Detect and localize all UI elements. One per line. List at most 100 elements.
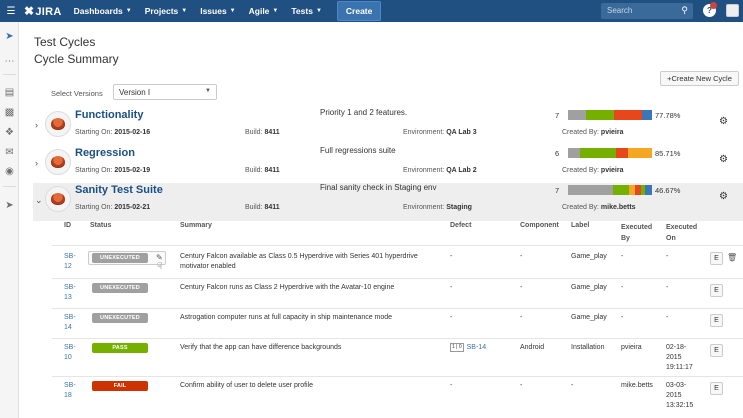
- cycle-start: Starting On: 2015-02-19: [75, 167, 151, 174]
- execution-defect: -: [450, 382, 453, 389]
- cycle-regression: › Regression Starting On: 2015-02-19 Bui…: [33, 146, 743, 184]
- cycle-created-by: Created By: pvieira: [562, 129, 624, 136]
- execute-button[interactable]: E: [710, 284, 723, 297]
- progress-segment: [579, 148, 616, 158]
- chevron-down-icon: ▼: [181, 8, 188, 14]
- version-select[interactable]: Version I ▼: [113, 84, 217, 100]
- executed-on: -: [666, 284, 669, 291]
- execution-component: -: [520, 253, 523, 260]
- execute-button[interactable]: E: [710, 252, 723, 265]
- execution-component: Android: [520, 344, 545, 351]
- col-header-defect: Defect: [450, 222, 472, 229]
- execution-id[interactable]: SB- 13: [64, 283, 76, 303]
- nav-agile[interactable]: Agile ▼: [249, 6, 279, 16]
- select-versions-label: Select Versions: [51, 89, 103, 98]
- table-row: SB- 10 PASS Verify that the app can have …: [52, 338, 743, 376]
- cycle-name[interactable]: Regression: [75, 147, 135, 159]
- more-icon[interactable]: ⋯: [3, 55, 16, 68]
- nav-issues[interactable]: Issues ▼: [200, 6, 235, 16]
- chevron-down-icon: ▼: [125, 8, 132, 14]
- status-badge[interactable]: UNEXECUTED: [92, 253, 148, 263]
- gear-icon[interactable]: ⚙: [719, 116, 728, 127]
- cycle-progress-bar: [568, 185, 652, 195]
- execution-summary: Astrogation computer runs at full capaci…: [180, 314, 393, 321]
- execution-id[interactable]: SB- 10: [64, 343, 76, 363]
- cycle-start: Starting On: 2015-02-16: [75, 129, 151, 136]
- nav-tests[interactable]: Tests ▼: [291, 6, 322, 16]
- execution-summary: Century Falcon available as Class 0.5 Hy…: [180, 253, 418, 270]
- execution-label: -: [571, 382, 574, 389]
- hand-cursor-icon: ☟: [157, 261, 163, 271]
- cycle-name[interactable]: Functionality: [75, 109, 143, 121]
- megaphone-icon[interactable]: ➤: [3, 199, 16, 212]
- sidebar-divider: [3, 186, 16, 187]
- chevron-down-icon: ▼: [315, 8, 322, 14]
- table-row: SB- 12 UNEXECUTED ✎ ☟ Century Falcon avai…: [52, 245, 743, 278]
- cycle-test-count: 7: [555, 111, 560, 120]
- cycle-name[interactable]: Sanity Test Suite: [75, 184, 163, 196]
- chevron-right-icon[interactable]: ›: [35, 158, 38, 168]
- progress-segment: [641, 110, 652, 120]
- cycle-percent: 46.67%: [655, 186, 681, 195]
- col-header-label: Label: [571, 222, 590, 229]
- tests-icon[interactable]: ◉: [3, 165, 16, 178]
- cycle-created-by: Created By: pvieira: [562, 167, 624, 174]
- execution-summary: Century Falcon runs as Class 2 Hyperdriv…: [180, 284, 395, 291]
- execute-button[interactable]: E: [710, 344, 723, 357]
- chevron-down-icon[interactable]: ⌄: [35, 195, 43, 206]
- user-avatar[interactable]: [726, 4, 739, 17]
- col-header-executed-on: Executed On: [666, 224, 698, 242]
- create-button[interactable]: Create: [336, 1, 382, 21]
- execute-button[interactable]: E: [710, 382, 723, 395]
- execute-button[interactable]: E: [710, 314, 723, 327]
- executed-by: pvieira: [621, 344, 642, 351]
- app-switcher-icon[interactable]: ☰: [0, 0, 22, 22]
- issues-icon[interactable]: ✉: [3, 146, 16, 159]
- puzzle-icon[interactable]: ❖: [3, 126, 16, 139]
- search-icon: ⚲: [681, 5, 688, 15]
- execution-id[interactable]: SB- 14: [64, 313, 76, 333]
- col-header-status: Status: [90, 222, 112, 229]
- execution-summary: Verify that the app can have difference …: [180, 344, 342, 351]
- cycle-environment: Environment: Staging: [403, 204, 472, 211]
- create-new-cycle-button[interactable]: +Create New Cycle: [660, 71, 739, 86]
- notification-badge: [710, 2, 717, 9]
- progress-segment: [614, 110, 642, 120]
- cycle-percent: 77.78%: [655, 111, 681, 120]
- defect-link[interactable]: SB-14: [467, 344, 486, 351]
- chevron-right-icon[interactable]: ›: [35, 120, 38, 130]
- gear-icon[interactable]: ⚙: [719, 154, 728, 165]
- status-badge[interactable]: UNEXECUTED: [92, 283, 148, 293]
- cycle-progress-bar: [568, 110, 652, 120]
- status-badge[interactable]: PASS: [92, 343, 148, 353]
- status-badge[interactable]: UNEXECUTED: [92, 313, 148, 323]
- cycle-test-count: 7: [555, 186, 560, 195]
- cycle-build: Build: 8411: [245, 204, 280, 211]
- board-icon[interactable]: ▤: [3, 86, 16, 99]
- table-row: SB- 13 UNEXECUTED Century Falcon runs as …: [52, 278, 743, 308]
- cycle-sanity-test-suite: ⌄ Sanity Test Suite Starting On: 2015-02…: [33, 183, 743, 221]
- search-input[interactable]: Search ⚲: [601, 3, 693, 19]
- jira-logo[interactable]: ✖JIRA: [24, 4, 62, 18]
- nav-dashboards[interactable]: Dashboards ▼: [74, 6, 132, 16]
- progress-segment: [627, 148, 652, 158]
- cycle-start: Starting On: 2015-02-21: [75, 204, 151, 211]
- cycle-percent: 85.71%: [655, 149, 681, 158]
- gear-icon[interactable]: ⚙: [719, 191, 728, 202]
- execution-component: -: [520, 284, 523, 291]
- progress-segment: [615, 148, 628, 158]
- trash-icon[interactable]: 🗑: [727, 253, 737, 262]
- execution-component: -: [520, 314, 523, 321]
- execution-label: Game_play: [571, 314, 607, 321]
- chevron-down-icon: ▼: [272, 8, 279, 14]
- execution-label: Game_play: [571, 284, 607, 291]
- cycle-avatar: [45, 186, 71, 212]
- rocket-icon[interactable]: ➤: [3, 30, 16, 43]
- execution-id[interactable]: SB- 18: [64, 381, 76, 401]
- executed-by: -: [621, 253, 624, 260]
- execution-id[interactable]: SB- 12: [64, 252, 76, 272]
- reports-icon[interactable]: ▩: [3, 106, 16, 119]
- status-badge[interactable]: FAIL: [92, 381, 148, 391]
- progress-segment: [568, 148, 580, 158]
- nav-projects[interactable]: Projects ▼: [145, 6, 188, 16]
